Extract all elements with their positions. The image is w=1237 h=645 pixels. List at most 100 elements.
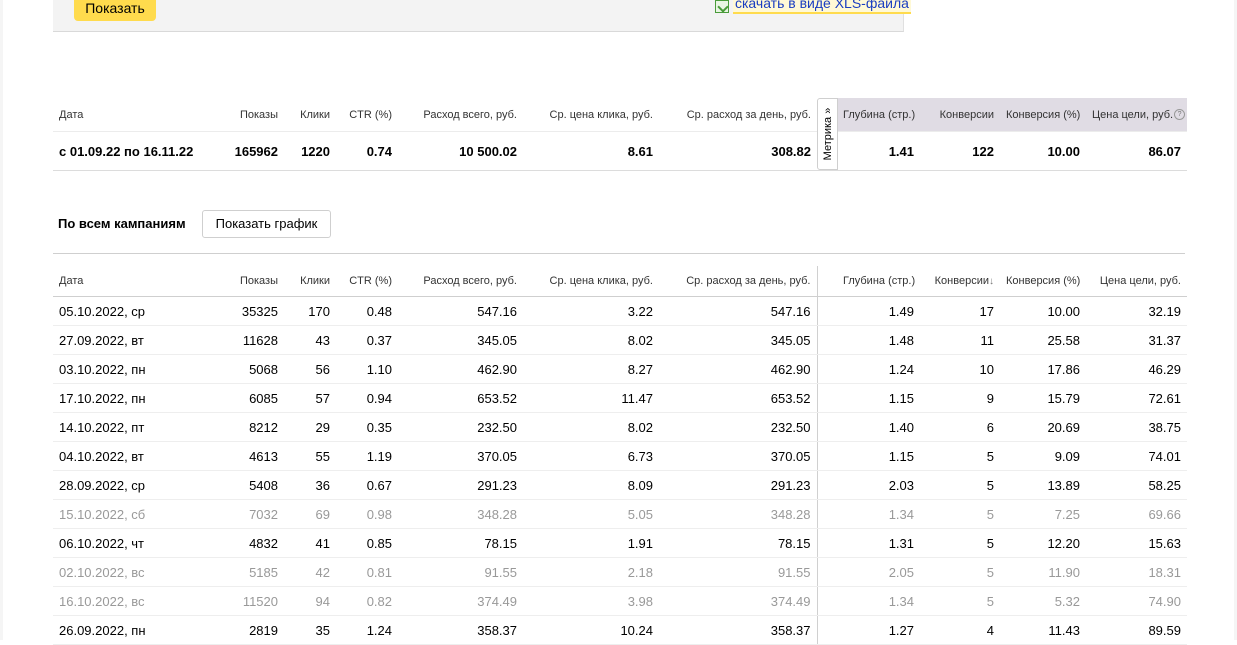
cell-date: 27.09.2022, вт xyxy=(53,325,212,355)
cell-daily: 374.49 xyxy=(659,586,817,616)
cell-ctr: 0.98 xyxy=(336,499,398,529)
cell-depth: 1.34 xyxy=(837,586,920,616)
cell-spend: 374.49 xyxy=(398,586,523,616)
cell-spend: 348.28 xyxy=(398,499,523,529)
cell-ctr: 0.37 xyxy=(336,325,398,355)
summary-conv: 122 xyxy=(920,131,1000,171)
sort-col-goal[interactable]: Цена цели, руб. xyxy=(1086,266,1187,297)
metrika-spacer xyxy=(816,354,837,384)
metrika-spacer xyxy=(816,412,837,442)
cell-date: 17.10.2022, пн xyxy=(53,383,212,413)
table-row: 17.10.2022, пн 6085 57 0.94 653.52 11.47 653.5… xyxy=(53,383,1187,413)
cell-daily: 358.37 xyxy=(659,615,817,645)
table-row: 04.10.2022, вт 4613 55 1.19 370.05 6.73 370.05… xyxy=(53,441,1187,471)
cell-ctr: 1.24 xyxy=(336,615,398,645)
help-icon[interactable]: ? xyxy=(1174,109,1186,121)
cell-ctr: 0.94 xyxy=(336,383,398,413)
col-date: Дата xyxy=(59,108,84,121)
show-button[interactable]: Показать xyxy=(74,0,156,21)
cell-spend: 78.15 xyxy=(398,528,523,558)
table-row: 26.09.2022, пн 2819 35 1.24 358.37 10.24 358.3… xyxy=(53,615,1187,645)
cell-depth: 2.05 xyxy=(837,557,920,587)
table-row: 15.10.2022, сб 7032 69 0.98 348.28 5.05 348.28… xyxy=(53,499,1187,529)
cell-convp: 11.90 xyxy=(1000,557,1086,587)
cell-cpc: 1.91 xyxy=(523,528,659,558)
cell-depth: 1.48 xyxy=(837,325,920,355)
cell-spend: 370.05 xyxy=(398,441,523,471)
cell-date: 14.10.2022, пт xyxy=(53,412,212,442)
summary-ctr: 0.74 xyxy=(336,131,398,171)
cell-date: 04.10.2022, вт xyxy=(53,441,212,471)
cell-cpc: 6.73 xyxy=(523,441,659,471)
cell-convp: 7.25 xyxy=(1000,499,1086,529)
cell-convp: 9.09 xyxy=(1000,441,1086,471)
metrika-spacer xyxy=(816,266,837,297)
cell-spend: 358.37 xyxy=(398,615,523,645)
cell-cpc: 8.09 xyxy=(523,470,659,500)
table-row: 28.09.2022, ср 5408 36 0.67 291.23 8.09 291.23… xyxy=(53,470,1187,500)
metrika-tab-label: Метрика » xyxy=(821,107,834,161)
cell-clicks: 35 xyxy=(284,615,336,645)
cell-date: 06.10.2022, чт xyxy=(53,528,212,558)
cell-goal: 18.31 xyxy=(1086,557,1187,587)
metrika-toggle-tab[interactable]: Метрика » xyxy=(817,98,838,170)
summary-goal: 86.07 xyxy=(1086,131,1187,171)
cell-convp: 17.86 xyxy=(1000,354,1086,384)
sort-col-shows[interactable]: Показы xyxy=(212,266,284,297)
cell-cpc: 3.22 xyxy=(523,296,659,326)
sort-col-conv[interactable]: Конверсии↓ xyxy=(920,266,1000,297)
cell-shows: 6085 xyxy=(212,383,284,413)
cell-daily: 462.90 xyxy=(659,354,817,384)
cell-daily: 291.23 xyxy=(659,470,817,500)
cell-goal: 15.63 xyxy=(1086,528,1187,558)
table-row: 05.10.2022, ср 35325 170 0.48 547.16 3.22 547.… xyxy=(53,296,1187,326)
summary-depth: 1.41 xyxy=(837,131,920,171)
cell-goal: 38.75 xyxy=(1086,412,1187,442)
cell-ctr: 1.19 xyxy=(336,441,398,471)
table-row: 27.09.2022, вт 11628 43 0.37 345.05 8.02 345.0… xyxy=(53,325,1187,355)
sort-col-spend[interactable]: Расход всего, руб. xyxy=(398,266,523,297)
sort-col-date[interactable]: Дата xyxy=(53,266,212,297)
table-row: 03.10.2022, пн 5068 56 1.10 462.90 8.27 462.90… xyxy=(53,354,1187,384)
cell-shows: 5408 xyxy=(212,470,284,500)
col-convp: Конверсия (%) xyxy=(1000,98,1086,132)
table-row: 14.10.2022, пт 8212 29 0.35 232.50 8.02 232.50… xyxy=(53,412,1187,442)
show-graph-button[interactable]: Показать график xyxy=(202,210,331,238)
cell-clicks: 36 xyxy=(284,470,336,500)
sort-col-ctr[interactable]: CTR (%) xyxy=(336,266,398,297)
summary-table: Дата Показы Клики CTR (%) Расход всего, … xyxy=(53,98,1187,171)
cell-clicks: 41 xyxy=(284,528,336,558)
cell-spend: 345.05 xyxy=(398,325,523,355)
cell-conv: 4 xyxy=(920,615,1000,645)
sort-col-depth[interactable]: Глубина (стр.) xyxy=(837,266,920,297)
col-spend: Расход всего, руб. xyxy=(423,108,517,121)
sort-col-clicks[interactable]: Клики xyxy=(284,266,336,297)
download-xls-link[interactable]: скачать в виде XLS-файла xyxy=(733,0,911,14)
cell-conv: 5 xyxy=(920,499,1000,529)
cell-depth: 1.34 xyxy=(837,499,920,529)
cell-convp: 12.20 xyxy=(1000,528,1086,558)
cell-convp: 10.00 xyxy=(1000,296,1086,326)
sort-col-cpc[interactable]: Ср. цена клика, руб. xyxy=(523,266,659,297)
col-clicks: Клики xyxy=(300,108,330,121)
col-shows: Показы xyxy=(239,108,278,121)
cell-spend: 232.50 xyxy=(398,412,523,442)
xls-file-icon[interactable] xyxy=(715,0,729,13)
cell-clicks: 57 xyxy=(284,383,336,413)
cell-shows: 8212 xyxy=(212,412,284,442)
col-goal: Цена цели, руб.? xyxy=(1086,98,1187,132)
metrika-spacer xyxy=(816,296,837,326)
cell-depth: 1.31 xyxy=(837,528,920,558)
cell-shows: 5185 xyxy=(212,557,284,587)
metrika-spacer xyxy=(816,441,837,471)
metrika-spacer xyxy=(816,615,837,645)
cell-goal: 31.37 xyxy=(1086,325,1187,355)
sort-col-daily[interactable]: Ср. расход за день, руб. xyxy=(659,266,817,297)
table-row: 16.10.2022, вс 11520 94 0.82 374.49 3.98 374.4… xyxy=(53,586,1187,616)
campaigns-title: По всем кампаниям xyxy=(58,216,186,231)
cell-date: 26.09.2022, пн xyxy=(53,615,212,645)
col-daily: Ср. расход за день, руб. xyxy=(686,108,811,121)
table-row: 02.10.2022, вс 5185 42 0.81 91.55 2.18 91.55 2.… xyxy=(53,557,1187,587)
cell-conv: 9 xyxy=(920,383,1000,413)
sort-col-convp[interactable]: Конверсия (%) xyxy=(1000,266,1086,297)
